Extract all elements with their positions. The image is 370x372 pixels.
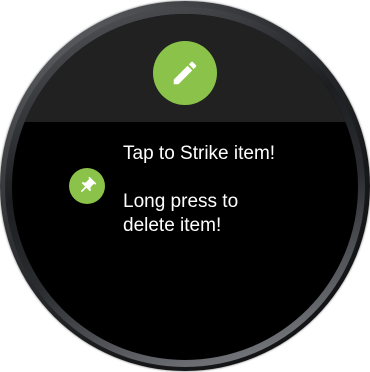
watch-screen: Tap to Strike item! Long press to delete… xyxy=(12,14,358,360)
pencil-icon xyxy=(173,61,197,85)
tap-hint: Tap to Strike item! xyxy=(123,143,276,164)
long-press-hint-line2: delete item! xyxy=(123,215,222,236)
edit-button[interactable] xyxy=(153,41,217,105)
hint-spacer xyxy=(123,166,323,190)
hint-text-block: Tap to Strike item! Long press to delete… xyxy=(123,142,323,238)
pin-badge xyxy=(69,168,105,204)
pushpin-icon xyxy=(81,176,97,192)
watch-frame: Tap to Strike item! Long press to delete… xyxy=(0,1,370,371)
long-press-hint-line1: Long press to xyxy=(123,191,239,212)
